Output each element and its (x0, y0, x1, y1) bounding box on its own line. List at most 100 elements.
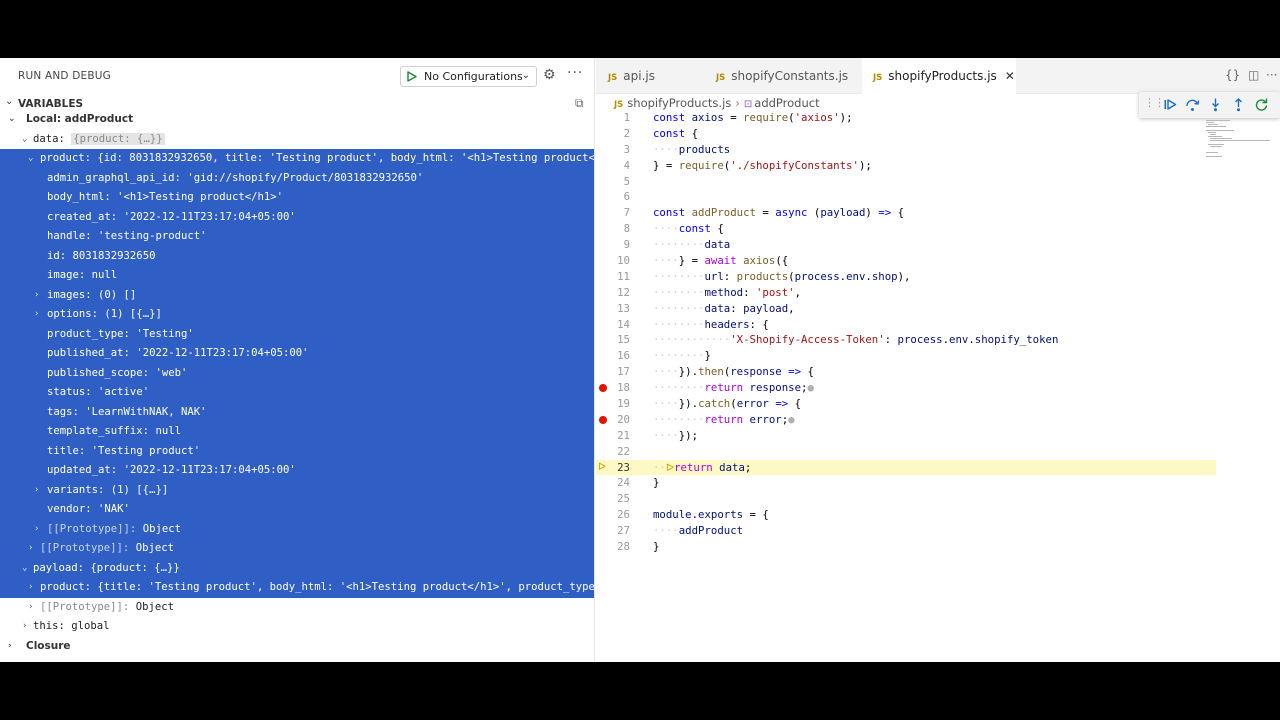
split-editor-icon[interactable]: ◫ (1248, 68, 1259, 82)
braces-icon[interactable]: {} (1225, 68, 1240, 82)
variable-row[interactable]: image: null (0, 266, 594, 286)
chevron-right-icon[interactable]: › (28, 578, 33, 598)
variable-name: id: (47, 249, 67, 262)
restart-icon[interactable] (1254, 97, 1269, 112)
code-line[interactable]: 11 ········url: products(process.env.shop… (596, 269, 1216, 285)
variable-row[interactable]: body_html: '<h1>Testing product</h1>' (0, 188, 594, 208)
scope-header[interactable]: › Closure (0, 637, 594, 657)
chevron-right-icon[interactable]: › (34, 520, 39, 540)
variable-value: Object (135, 542, 174, 554)
drag-handle-icon[interactable]: ⋮⋮ (1144, 96, 1165, 109)
variable-row[interactable]: › options: (1) [{…}] (0, 305, 594, 325)
variable-row[interactable]: title: 'Testing product' (0, 441, 594, 462)
chevron-down-icon[interactable]: ⌄ (8, 110, 16, 130)
code-line[interactable]: 25 (596, 491, 1216, 507)
variable-value: (1) [{…}] (104, 308, 162, 320)
variable-row[interactable]: ⌄ payload: {product: {…}} (0, 558, 594, 579)
code-line[interactable]: 4} = require('./shopifyConstants'); (596, 158, 1216, 174)
tab-shopify-constants-js[interactable]: JS shopifyConstants.js (716, 58, 866, 94)
variable-text: title: 'Testing product' (47, 442, 200, 462)
code-line[interactable]: 3 ····products (596, 142, 1216, 158)
launch-config-select[interactable]: No Configurations ⌄ (400, 66, 537, 87)
code-line[interactable]: 13 ········data: payload, (596, 301, 1216, 317)
code-line[interactable]: 9 ········data (596, 237, 1216, 253)
variable-row[interactable]: handle: 'testing-product' (0, 227, 594, 247)
variable-row[interactable]: › [[Prototype]]: Object (0, 519, 594, 540)
variable-row[interactable]: published_scope: 'web' (0, 363, 594, 383)
chevron-right-icon[interactable]: › (28, 539, 33, 559)
variable-row[interactable]: updated_at: '2022-12-11T23:17:04+05:00' (0, 461, 594, 481)
variable-row[interactable]: admin_graphql_api_id: 'gid://shopify/Pro… (0, 168, 594, 188)
collapse-all-icon[interactable]: ⧉ (575, 96, 584, 111)
gear-icon[interactable]: ⚙ (543, 67, 556, 83)
code-line[interactable]: 1 const axios = require('axios'); (596, 110, 1216, 126)
code-line[interactable]: 15 ············'X-Shopify-Access-Token': … (596, 332, 1216, 348)
code-line[interactable]: 18 ········return response;● (596, 380, 1216, 396)
chevron-down-icon[interactable]: ⌄ (28, 149, 33, 169)
code-editor[interactable]: 1 const axios = require('axios'); 2 const {… (596, 110, 1216, 555)
code-line[interactable]: 16 ········} (596, 348, 1216, 364)
chevron-right-icon[interactable]: › (8, 637, 12, 657)
variable-row[interactable]: status: 'active' (0, 383, 594, 403)
more-actions-icon[interactable]: ··· (1266, 68, 1277, 82)
breadcrumb-symbol[interactable]: addProduct (754, 96, 819, 110)
code-line[interactable]: 14 ········headers: { (596, 317, 1216, 333)
chevron-right-icon[interactable]: › (22, 617, 27, 637)
variable-row[interactable]: ⌄ product: {id: 8031832932650, title: 'Te… (0, 149, 594, 169)
step-out-icon[interactable] (1231, 97, 1246, 112)
close-icon[interactable]: ✕ (1005, 69, 1015, 83)
code-line[interactable]: 24} (596, 475, 1216, 491)
chevron-right-icon[interactable]: › (28, 598, 33, 618)
chevron-right-icon[interactable]: › (34, 305, 39, 325)
code-text: } = require('./shopifyConstants'); (653, 158, 872, 172)
code-line[interactable]: 17 ····}).then(response => { (596, 364, 1216, 380)
code-line[interactable]: 20 ········return error;● (596, 412, 1216, 428)
variable-row[interactable]: › this: global (0, 617, 594, 637)
variable-row[interactable]: ⌄ data: {product: {…}} (0, 130, 594, 150)
variable-row[interactable]: › variants: (1) [{…}] (0, 480, 594, 501)
variable-row[interactable]: published_at: '2022-12-11T23:17:04+05:00… (0, 344, 594, 364)
variable-row[interactable]: › [[Prototype]]: Object (0, 539, 594, 559)
code-line[interactable]: 8 ····const { (596, 221, 1216, 237)
variable-row[interactable]: › [[Prototype]]: Object (0, 598, 594, 618)
variable-row[interactable]: vendor: 'NAK' (0, 500, 594, 520)
panel-title: RUN AND DEBUG (18, 70, 111, 82)
tab-shopify-products-js[interactable]: JS shopifyProducts.js ✕ (862, 58, 1016, 95)
variable-row[interactable]: template_suffix: null (0, 422, 594, 442)
code-line[interactable]: ᐅ 23 ··ᐅreturn data; (596, 459, 1216, 476)
scope-header[interactable]: ⌄ Local: addProduct (0, 110, 594, 130)
code-line[interactable]: 12 ········method: 'post', (596, 285, 1216, 301)
code-line[interactable]: 5 (596, 174, 1216, 190)
play-icon[interactable] (405, 70, 418, 83)
chevron-right-icon[interactable]: › (34, 286, 39, 306)
line-number: 3 (623, 142, 630, 156)
tab-api-js[interactable]: JS api.js (608, 58, 708, 94)
code-line[interactable]: 26 module.exports = { (596, 507, 1216, 523)
code-line[interactable]: 27 ····addProduct (596, 523, 1216, 539)
tab-label: shopifyConstants.js (731, 69, 849, 83)
code-line[interactable]: 10 ····} = await axios({ (596, 253, 1216, 269)
code-text: ········headers: { (653, 317, 769, 331)
variable-row[interactable]: id: 8031832932650 (0, 246, 594, 266)
code-line[interactable]: 22 (596, 444, 1216, 460)
more-actions-icon[interactable]: ··· (567, 65, 583, 81)
variable-row[interactable]: created_at: '2022-12-11T23:17:04+05:00' (0, 207, 594, 227)
variable-name: options: (47, 308, 99, 320)
code-line[interactable]: 21 ····}); (596, 428, 1216, 444)
code-line[interactable]: 28} (596, 539, 1216, 555)
variable-row[interactable]: › product: {title: 'Testing product', bod… (0, 578, 594, 598)
chevron-right-icon[interactable]: › (34, 481, 39, 501)
code-line[interactable]: 2 const { (596, 126, 1216, 142)
code-line[interactable]: 19 ····}).catch(error => { (596, 396, 1216, 412)
variable-text: status: 'active' (47, 383, 149, 403)
variable-value: '2022-12-11T23:17:04+05:00' (123, 464, 296, 476)
tab-label: api.js (623, 69, 656, 83)
variable-row[interactable]: tags: 'LearnWithNAK, NAK' (0, 402, 594, 422)
variable-row[interactable]: product_type: 'Testing' (0, 324, 594, 344)
code-line[interactable]: 6 (596, 189, 1216, 205)
chevron-down-icon[interactable]: ⌄ (22, 130, 27, 150)
variable-row[interactable]: › images: (0) [] (0, 285, 594, 306)
breadcrumb-file[interactable]: shopifyProducts.js (627, 96, 731, 110)
chevron-down-icon[interactable]: ⌄ (22, 559, 27, 579)
code-line[interactable]: 7 const addProduct = async (payload) => { (596, 205, 1216, 221)
